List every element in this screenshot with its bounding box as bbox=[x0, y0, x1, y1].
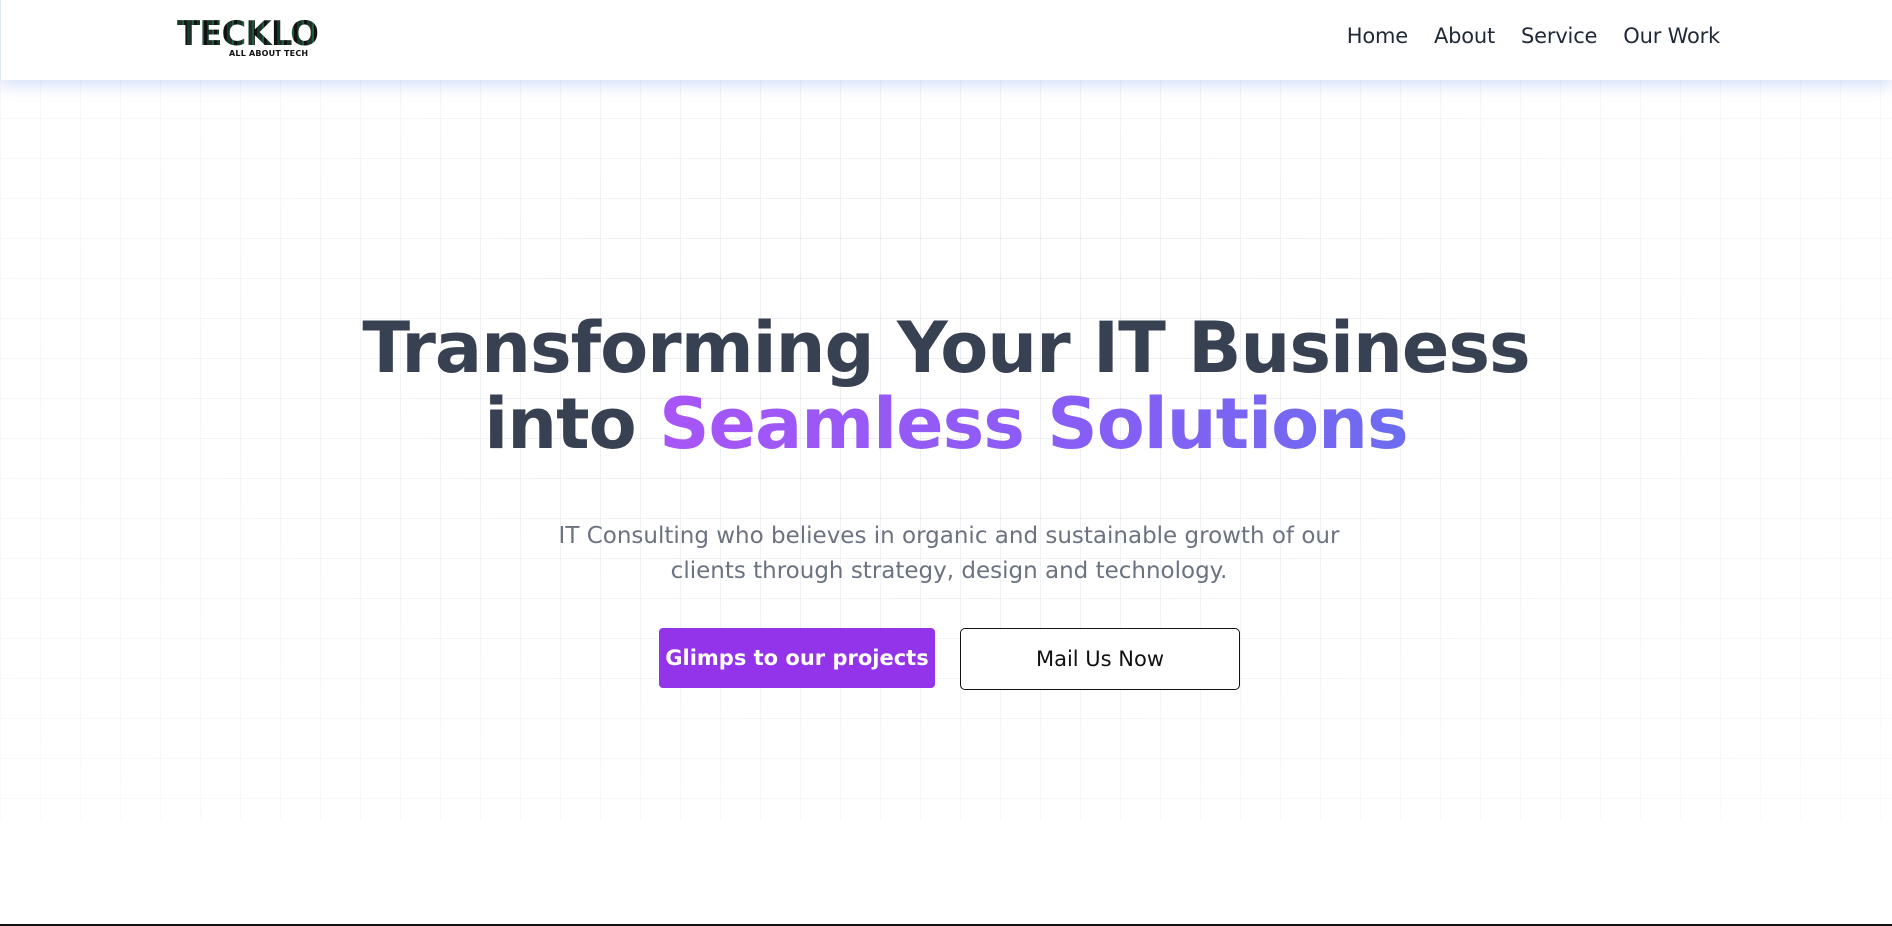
projects-button[interactable]: Glimps to our projects bbox=[659, 628, 935, 688]
nav-link-about[interactable]: About bbox=[1434, 24, 1495, 48]
logo-wordmark: TECKLO bbox=[177, 14, 319, 54]
mail-us-button[interactable]: Mail Us Now bbox=[960, 628, 1240, 690]
nav-link-home[interactable]: Home bbox=[1347, 24, 1408, 48]
headline-line-1: Transforming Your IT Business bbox=[362, 307, 1530, 389]
navbar: TECKLO ALL ABOUT TECH Home About Service… bbox=[0, 0, 1892, 80]
brand-logo[interactable]: TECKLO ALL ABOUT TECH bbox=[177, 14, 319, 61]
headline-line-2-prefix: into bbox=[484, 383, 660, 465]
headline-accent-text: Seamless Solutions bbox=[659, 383, 1409, 465]
nav-link-service[interactable]: Service bbox=[1521, 24, 1597, 48]
hero-bottom-spacer bbox=[0, 820, 1892, 924]
logo-tagline: ALL ABOUT TECH bbox=[229, 49, 309, 58]
hero-headline: Transforming Your IT Business into Seaml… bbox=[0, 310, 1892, 462]
main-nav: Home About Service Our Work bbox=[1347, 24, 1720, 48]
nav-link-our-work[interactable]: Our Work bbox=[1623, 24, 1720, 48]
hero-subtitle: IT Consulting who believes in organic an… bbox=[558, 523, 1340, 584]
